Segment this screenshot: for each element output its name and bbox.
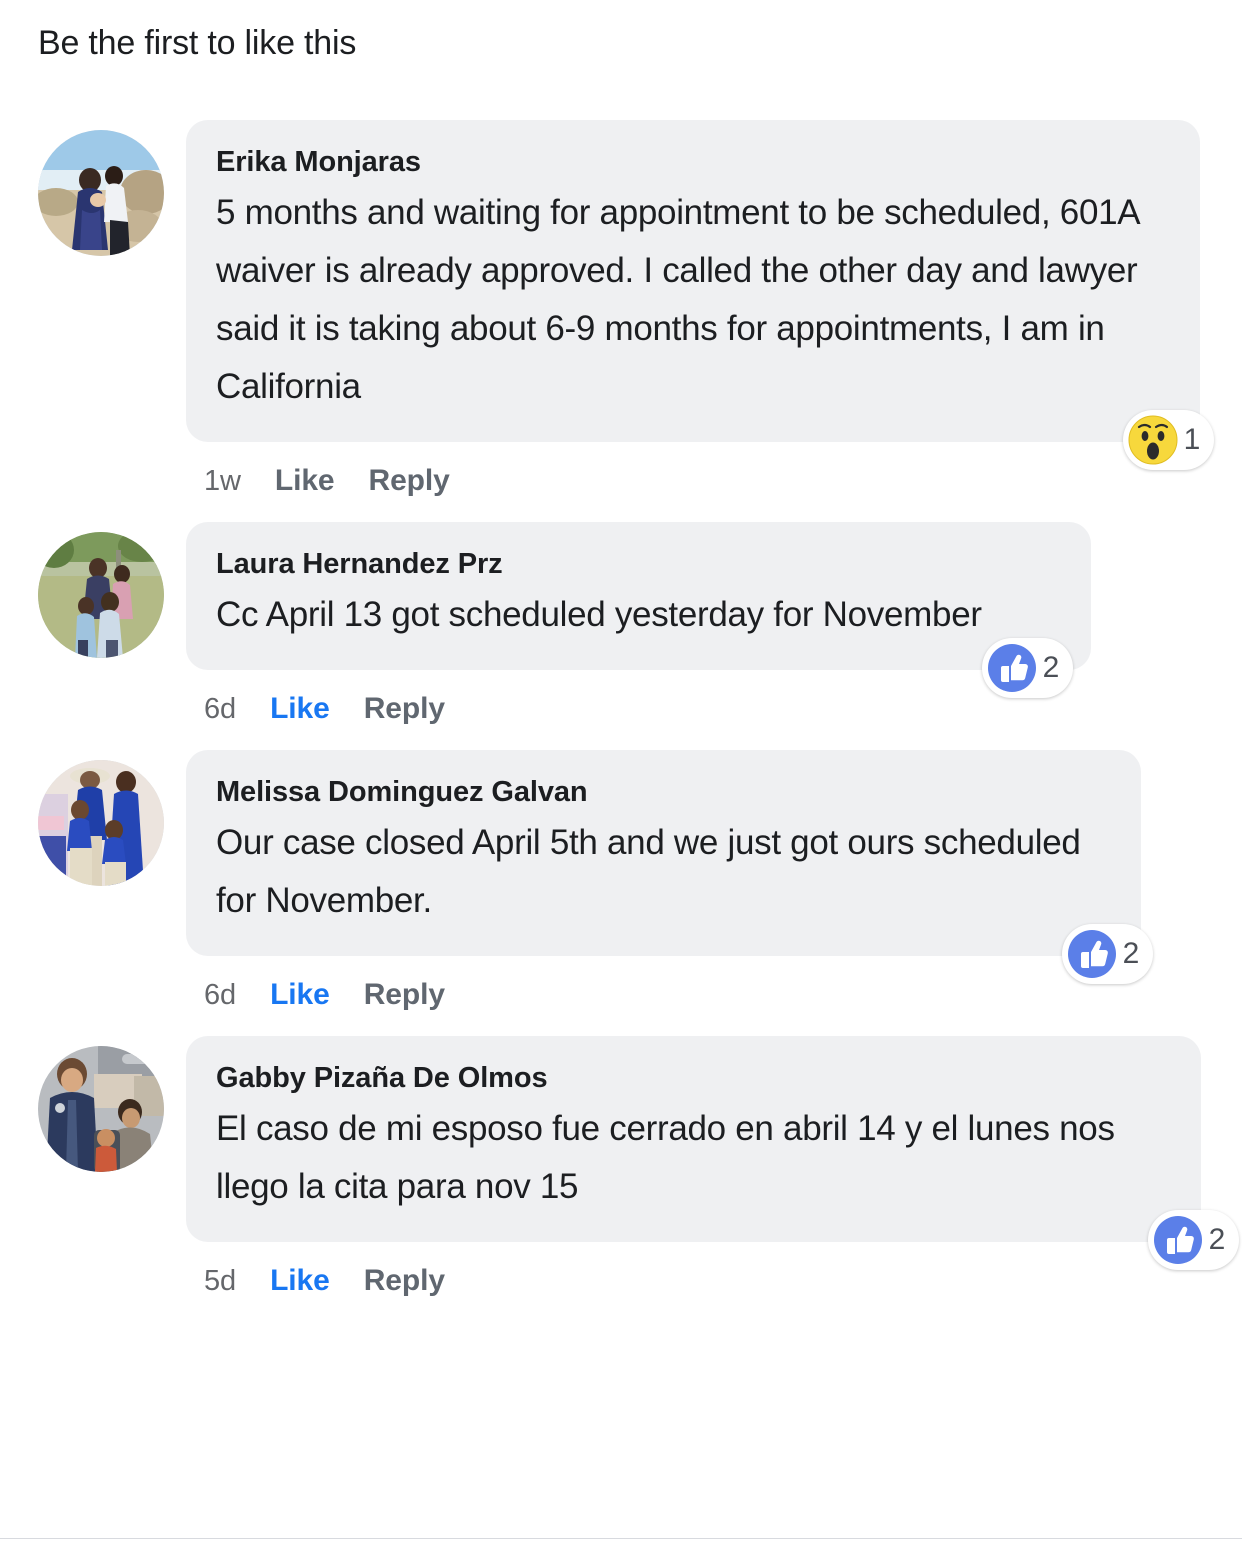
- comment-reply-button[interactable]: Reply: [364, 692, 445, 726]
- avatar-erika-monjaras[interactable]: [38, 130, 164, 256]
- comment-item: Erika Monjaras 5 months and waiting for a…: [0, 120, 1242, 504]
- comment-reaction-badge[interactable]: 2: [1061, 924, 1153, 984]
- comment-item: Laura Hernandez Prz Cc April 13 got sched…: [0, 522, 1242, 732]
- thumbs-up-reaction-icon: [1067, 929, 1117, 979]
- comment-timestamp: 6d: [204, 692, 237, 725]
- comment-content: Laura Hernandez Prz Cc April 13 got sched…: [186, 522, 1091, 732]
- comment-content: Gabby Pizaña De Olmos El caso de mi espos…: [186, 1036, 1239, 1304]
- wow-reaction-icon: [1128, 415, 1178, 465]
- comment-author-name[interactable]: Laura Hernandez Prz: [216, 544, 1061, 584]
- comment-item: Gabby Pizaña De Olmos El caso de mi espos…: [0, 1036, 1242, 1304]
- comment-actions: 5d Like Reply: [186, 1242, 1201, 1304]
- comment-actions: 6d Like Reply: [186, 956, 1141, 1018]
- comment-actions: 6d Like Reply: [186, 670, 1091, 732]
- comment-actions: 1w Like Reply: [186, 442, 1200, 504]
- comment-body-text: Our case closed April 5th and we just go…: [216, 823, 1081, 920]
- comment-reaction-badge[interactable]: 2: [1147, 1210, 1239, 1270]
- avatar-gabby-pizana-de-olmos[interactable]: [38, 1046, 164, 1172]
- comment-bubble: Melissa Dominguez Galvan Our case closed …: [186, 750, 1141, 956]
- thumbs-up-reaction-icon: [1153, 1215, 1203, 1265]
- comment-bubble: Gabby Pizaña De Olmos El caso de mi espos…: [186, 1036, 1201, 1242]
- comment-body-text: Cc April 13 got scheduled yesterday for …: [216, 595, 982, 634]
- section-divider: [0, 1538, 1242, 1539]
- comment-author-name[interactable]: Gabby Pizaña De Olmos: [216, 1058, 1171, 1098]
- comment-bubble: Laura Hernandez Prz Cc April 13 got sched…: [186, 522, 1091, 670]
- comment-body-text: El caso de mi esposo fue cerrado en abri…: [216, 1109, 1115, 1206]
- comment-like-button[interactable]: Like: [275, 464, 335, 498]
- be-first-to-like-prompt: Be the first to like this: [38, 24, 357, 62]
- comment-reaction-badge[interactable]: 1: [1122, 410, 1214, 470]
- comment-list: Erika Monjaras 5 months and waiting for a…: [0, 120, 1242, 1322]
- comment-timestamp: 5d: [204, 1264, 237, 1297]
- comment-reaction-badge[interactable]: 2: [981, 638, 1073, 698]
- reaction-count: 2: [1122, 937, 1140, 970]
- reaction-count: 1: [1183, 423, 1201, 456]
- comment-body-text: 5 months and waiting for appointment to …: [216, 193, 1139, 406]
- comment-timestamp: 1w: [204, 464, 241, 497]
- comment-like-button[interactable]: Like: [270, 1264, 330, 1298]
- avatar-melissa-dominguez-galvan[interactable]: [38, 760, 164, 886]
- avatar-laura-hernandez-prz[interactable]: [38, 532, 164, 658]
- thumbs-up-reaction-icon: [987, 643, 1037, 693]
- comment-reply-button[interactable]: Reply: [369, 464, 450, 498]
- comment-item: Melissa Dominguez Galvan Our case closed …: [0, 750, 1242, 1018]
- comment-bubble: Erika Monjaras 5 months and waiting for a…: [186, 120, 1200, 442]
- comment-like-button[interactable]: Like: [270, 978, 330, 1012]
- comment-like-button[interactable]: Like: [270, 692, 330, 726]
- reaction-count: 2: [1042, 651, 1060, 684]
- comment-author-name[interactable]: Melissa Dominguez Galvan: [216, 772, 1111, 812]
- comment-content: Erika Monjaras 5 months and waiting for a…: [186, 120, 1214, 504]
- comment-reply-button[interactable]: Reply: [364, 978, 445, 1012]
- comment-timestamp: 6d: [204, 978, 237, 1011]
- comment-content: Melissa Dominguez Galvan Our case closed …: [186, 750, 1153, 1018]
- reaction-count: 2: [1208, 1223, 1226, 1256]
- comment-author-name[interactable]: Erika Monjaras: [216, 142, 1170, 182]
- comment-reply-button[interactable]: Reply: [364, 1264, 445, 1298]
